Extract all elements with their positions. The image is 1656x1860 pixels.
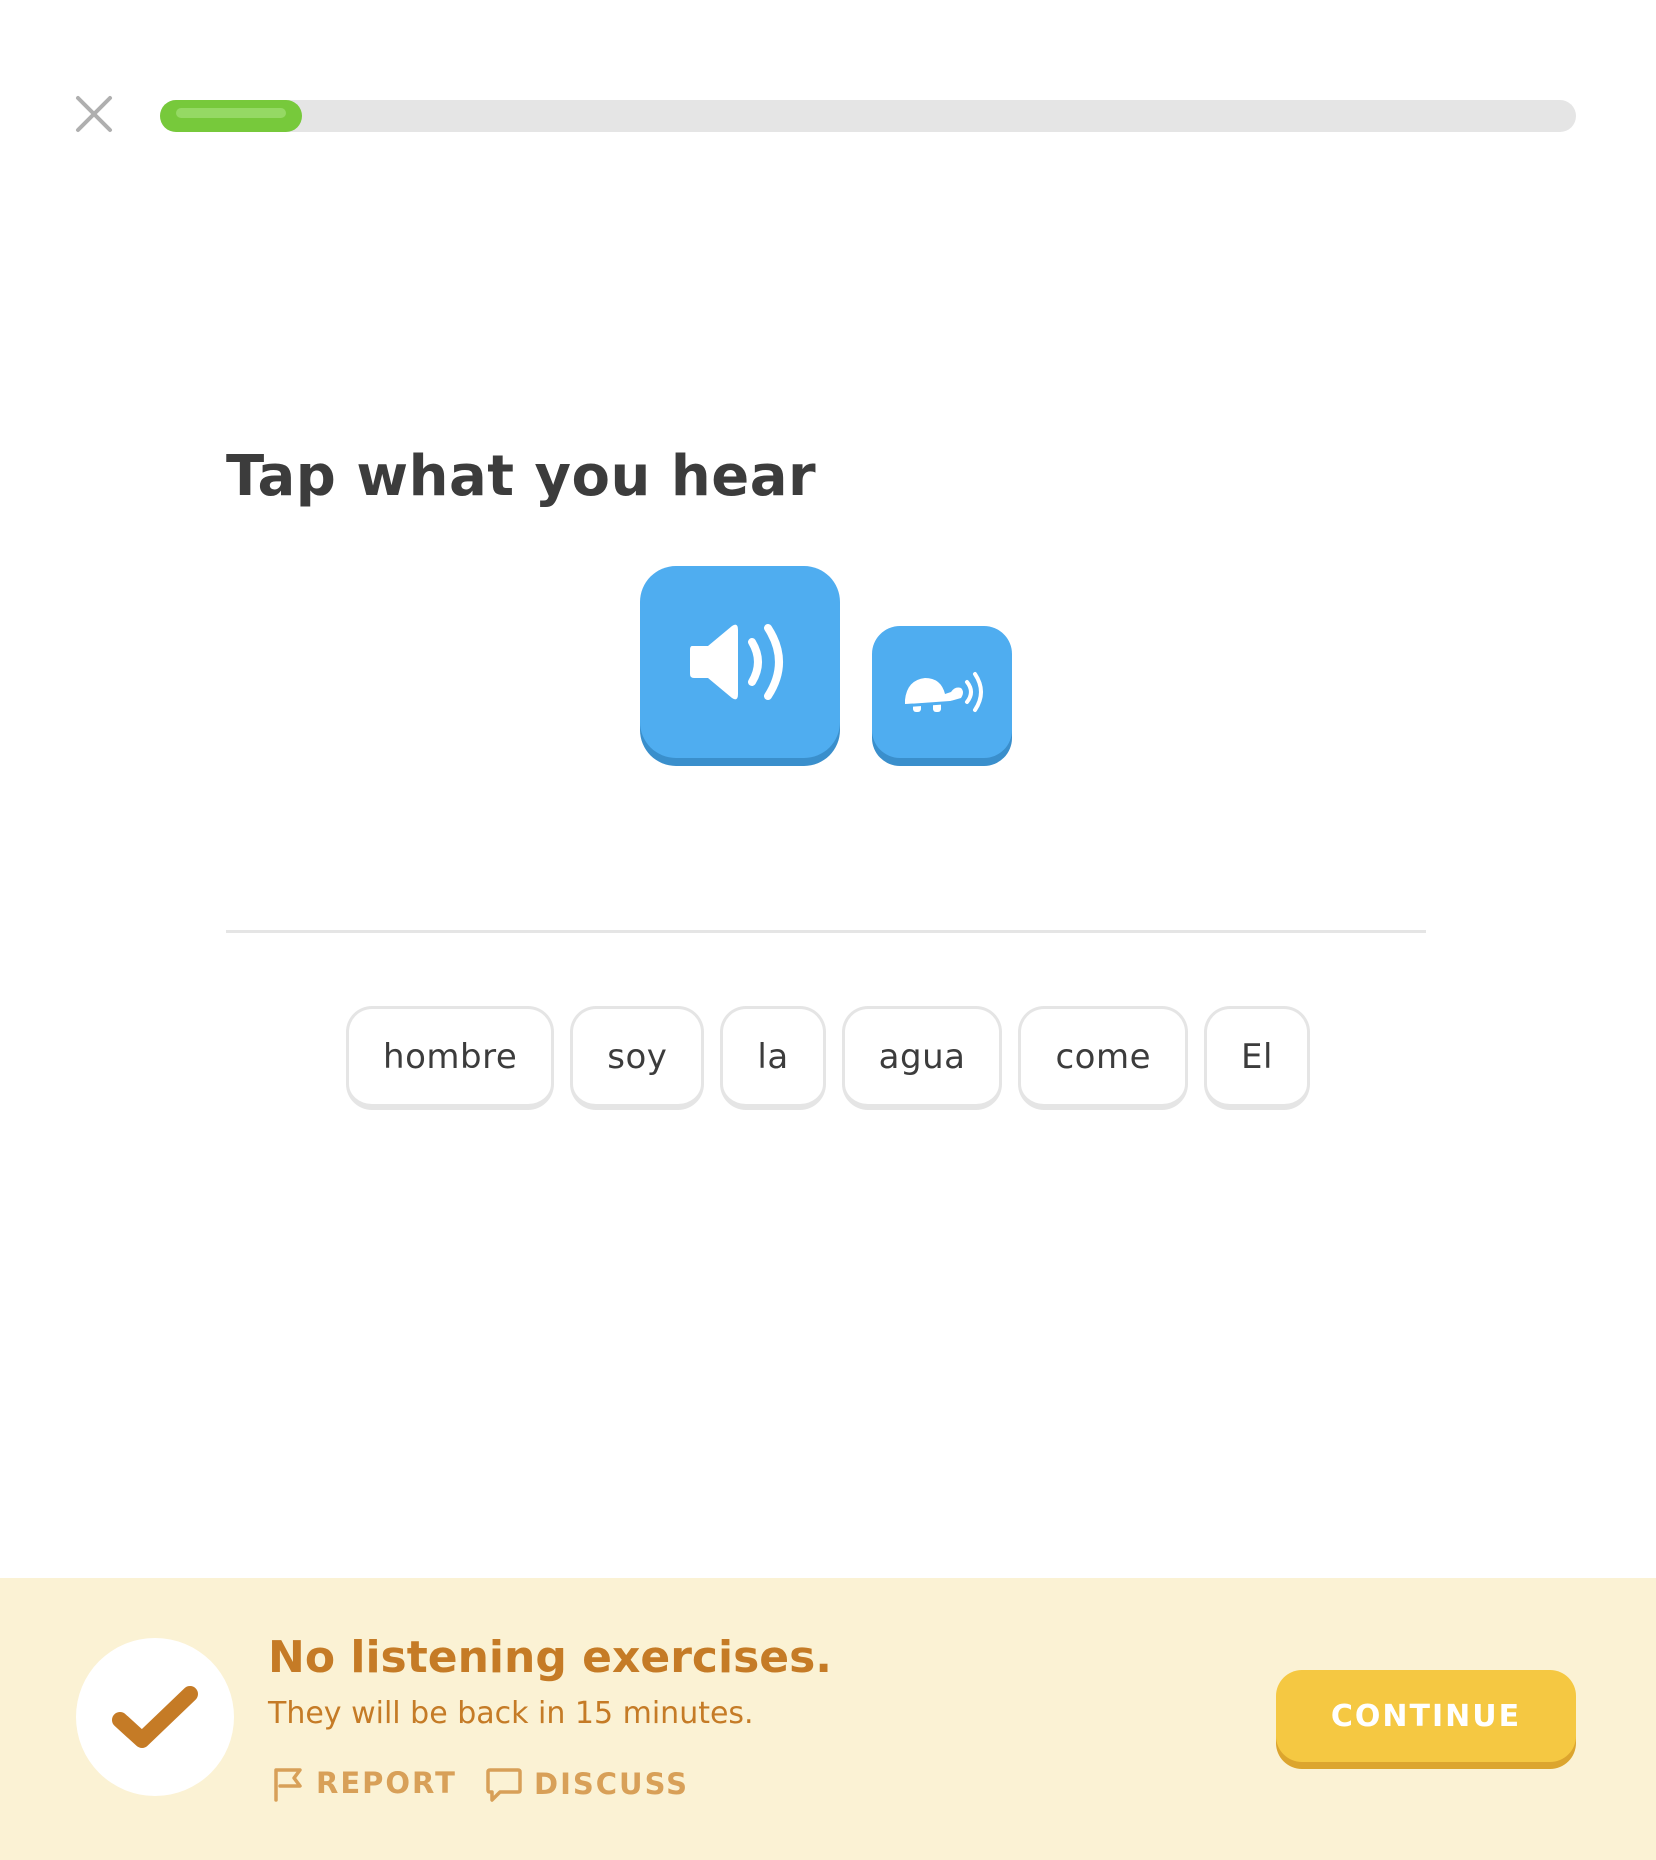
continue-button[interactable]: CONTINUE [1276,1670,1576,1762]
speech-bubble-icon [486,1768,522,1802]
play-slow-audio-button[interactable] [872,626,1012,758]
challenge-prompt: Tap what you hear [226,444,817,509]
status-badge [76,1638,234,1796]
answer-area-line [226,930,1426,933]
report-button[interactable]: REPORT [270,1764,457,1802]
word-chip[interactable]: agua [841,1006,1003,1110]
word-bank: hombre soy la agua come El [0,1006,1656,1110]
feedback-title: No listening exercises. [268,1632,833,1683]
turtle-speaker-icon [900,672,983,712]
progress-highlight [176,108,286,118]
close-button[interactable] [70,90,118,138]
close-icon [76,96,112,132]
checkmark-icon [112,1686,198,1748]
lesson-progress-bar [160,100,1576,132]
word-chip[interactable]: come [1018,1006,1189,1110]
speaker-icon [690,624,783,700]
lesson-progress-fill [160,100,302,132]
word-chip[interactable]: hombre [346,1006,555,1110]
feedback-subtitle: They will be back in 15 minutes. [268,1696,754,1731]
report-label: REPORT [316,1766,457,1800]
word-chip[interactable]: El [1204,1006,1310,1110]
play-audio-button[interactable] [640,566,840,758]
discuss-button[interactable]: DISCUSS [484,1764,689,1804]
discuss-label: DISCUSS [534,1767,690,1801]
feedback-footer: No listening exercises. They will be bac… [0,1578,1656,1860]
word-chip[interactable]: la [720,1006,826,1110]
word-chip[interactable]: soy [570,1006,705,1110]
flag-icon [274,1768,302,1802]
